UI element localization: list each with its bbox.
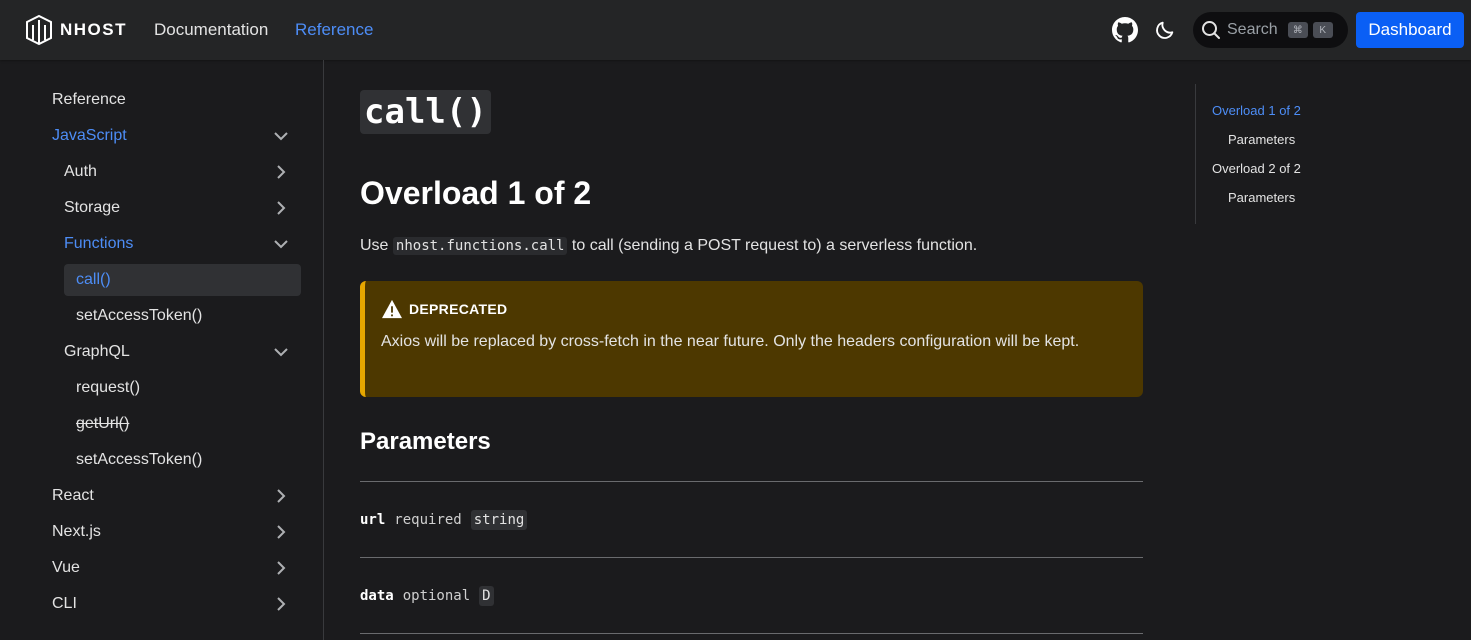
moon-icon[interactable] [1154,19,1176,41]
github-icon[interactable] [1112,17,1138,43]
sidebar-item-storage[interactable]: Storage [64,192,301,224]
sidebar-item-auth[interactable]: Auth [64,156,301,188]
shortcut-key-k: K [1312,22,1333,38]
chevron-right-icon[interactable] [273,200,289,216]
admonition-title: DEPRECATED [409,301,508,317]
sidebar-item-nextjs[interactable]: Next.js [52,516,301,548]
chevron-down-icon[interactable] [273,344,289,360]
parameters-heading: Parameters [360,428,491,455]
toc-item-overload-1[interactable]: Overload 1 of 2 [1212,103,1301,118]
sidebar-item-graphql-setaccesstoken[interactable]: setAccessToken() [76,444,301,476]
search-label: Search [1227,21,1278,38]
sidebar-item-label: setAccessToken() [76,307,203,324]
chevron-right-icon[interactable] [273,596,289,612]
sidebar-item-functions-setaccesstoken[interactable]: setAccessToken() [76,300,301,332]
sidebar-item-javascript[interactable]: JavaScript [52,120,301,152]
sidebar-item-reference[interactable]: Reference [52,84,301,116]
search-icon [1202,21,1220,39]
sidebar-item-request[interactable]: request() [76,372,301,404]
admonition-header: DEPRECATED [381,299,1123,319]
sidebar-item-label: getUrl() [76,415,130,432]
inline-code: nhost.functions.call [392,237,568,255]
toc-rail [1195,84,1196,224]
admonition-body: Axios will be replaced by cross-fetch in… [381,333,1080,350]
divider [360,481,1143,482]
sidebar-item-label: call() [76,271,111,288]
param-requirement: required [394,512,462,528]
param-row-url: url required string [360,510,528,530]
param-name: url [360,512,386,528]
page-title: call() [360,90,491,134]
param-name: data [360,588,394,604]
sidebar: Reference JavaScript Auth Storage Functi… [0,60,324,640]
param-requirement: optional [402,588,471,604]
divider [360,633,1143,634]
nav-documentation-link[interactable]: Documentation [154,20,268,40]
sidebar-item-label: JavaScript [52,127,127,144]
param-type: D [479,586,494,606]
nhost-logo-icon [26,14,52,46]
intro-paragraph: Use nhost.functions.call to call (sendin… [360,237,977,255]
sidebar-item-geturl[interactable]: getUrl() [76,408,301,440]
top-navbar: NHOST Documentation Reference Search ⌘ K… [0,0,1471,60]
chevron-down-icon[interactable] [273,236,289,252]
chevron-right-icon[interactable] [273,164,289,180]
nhost-logo[interactable]: NHOST [24,14,127,46]
sidebar-item-functions[interactable]: Functions [64,228,301,260]
chevron-down-icon[interactable] [273,128,289,144]
chevron-right-icon[interactable] [273,488,289,504]
overload-heading: Overload 1 of 2 [360,175,592,211]
dashboard-button[interactable]: Dashboard [1356,12,1464,48]
search-button[interactable]: Search ⌘ K [1193,12,1348,48]
toc-item-overload-2[interactable]: Overload 2 of 2 [1212,161,1301,176]
logo-text: NHOST [60,20,127,39]
divider [360,557,1143,558]
sidebar-item-label: Storage [64,199,121,216]
sidebar-item-label: request() [76,379,141,396]
sidebar-item-label: Reference [52,91,126,108]
chevron-right-icon[interactable] [273,524,289,540]
sidebar-item-label: GraphQL [64,343,130,360]
sidebar-item-label: Auth [64,163,97,180]
warning-icon [382,299,402,319]
sidebar-item-label: CLI [52,595,77,612]
param-type: string [470,510,528,530]
sidebar-item-call[interactable]: call() [64,264,301,296]
chevron-right-icon[interactable] [273,560,289,576]
deprecated-admonition: DEPRECATED Axios will be replaced by cro… [360,281,1143,397]
intro-suffix: to call (sending a POST request to) a se… [567,237,978,254]
sidebar-item-label: Vue [52,559,80,576]
sidebar-item-react[interactable]: React [52,480,301,512]
intro-prefix: Use [360,237,393,254]
sidebar-item-vue[interactable]: Vue [52,552,301,584]
sidebar-item-graphql[interactable]: GraphQL [64,336,301,368]
sidebar-item-label: Functions [64,235,134,252]
sidebar-item-label: React [52,487,94,504]
shortcut-key-cmd: ⌘ [1287,22,1308,38]
param-row-data: data optional D [360,586,494,606]
toc-item-parameters-2[interactable]: Parameters [1228,190,1295,205]
sidebar-item-label: setAccessToken() [76,451,203,468]
sidebar-item-label: Next.js [52,523,101,540]
nav-reference-link[interactable]: Reference [295,20,373,40]
sidebar-item-cli[interactable]: CLI [52,588,301,620]
toc-item-parameters-1[interactable]: Parameters [1228,132,1295,147]
